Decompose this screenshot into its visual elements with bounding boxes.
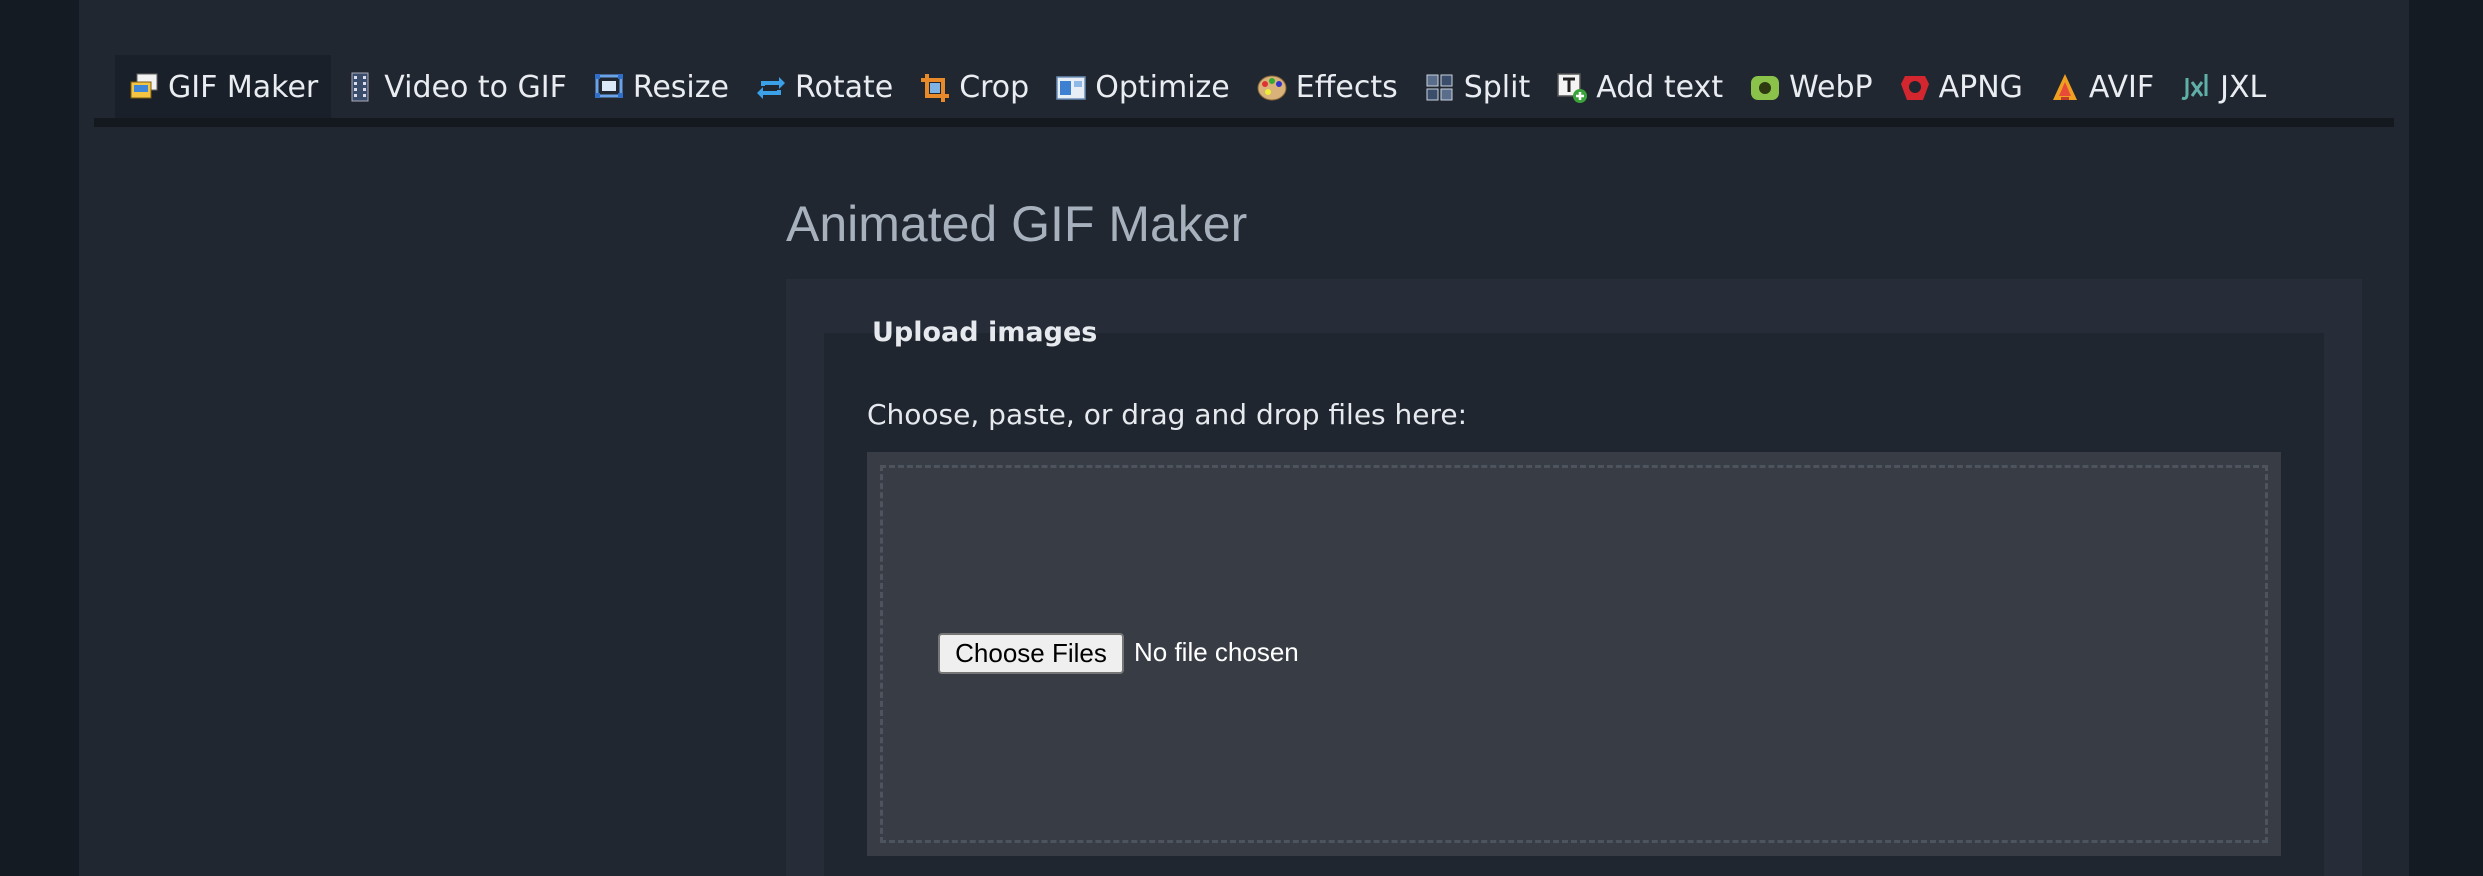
- add-text-icon: [1557, 72, 1588, 103]
- nav-item-label: GIF Maker: [168, 70, 319, 105]
- nav-item-rotate[interactable]: Rotate: [742, 55, 906, 120]
- palette-icon: [1257, 75, 1287, 100]
- page-title: Animated GIF Maker: [786, 196, 1248, 252]
- gif-maker-icon: [130, 73, 158, 98]
- nav-item-crop[interactable]: Crop: [906, 55, 1042, 120]
- upload-legend: Upload images: [872, 317, 1098, 348]
- nav-item-label: Rotate: [794, 70, 894, 105]
- nav-item-label: Resize: [632, 70, 729, 105]
- split-icon: [1426, 74, 1453, 100]
- avif-icon: [2052, 73, 2077, 100]
- webp-icon: [1751, 75, 1780, 100]
- nav-item-label: JXL: [2220, 70, 2267, 105]
- crop-icon: [921, 73, 950, 102]
- nav-item-label: Add text: [1596, 70, 1724, 105]
- tool-nav: GIF Maker Video to GIF Resize Rotate Cro…: [115, 55, 2279, 120]
- nav-item-apng[interactable]: APNG: [1886, 55, 2036, 120]
- optimize-icon: [1056, 75, 1086, 100]
- nav-item-optimize[interactable]: Optimize: [1042, 55, 1243, 120]
- upload-instructions: Choose, paste, or drag and drop files he…: [867, 398, 1468, 431]
- nav-item-label: Effects: [1295, 70, 1398, 105]
- nav-item-add-text[interactable]: Add text: [1543, 55, 1736, 120]
- rotate-icon: [756, 76, 785, 99]
- nav-item-label: Split: [1463, 70, 1531, 105]
- choose-files-button[interactable]: Choose Files: [938, 633, 1124, 674]
- file-status: No file chosen: [1134, 637, 1299, 667]
- nav-item-webp[interactable]: WebP: [1736, 55, 1886, 120]
- nav-item-label: Optimize: [1095, 70, 1230, 105]
- nav-item-effects[interactable]: Effects: [1243, 55, 1411, 120]
- nav-item-avif[interactable]: AVIF: [2036, 55, 2167, 120]
- nav-item-label: AVIF: [2088, 70, 2155, 105]
- nav-item-resize[interactable]: Resize: [580, 55, 742, 120]
- nav-item-jxl[interactable]: JXL: [2167, 55, 2279, 120]
- nav-divider: [94, 118, 2394, 127]
- nav-item-split[interactable]: Split: [1411, 55, 1544, 120]
- nav-item-video-to-gif[interactable]: Video to GIF: [331, 55, 580, 120]
- nav-item-gif-maker[interactable]: GIF Maker: [115, 55, 332, 120]
- jxl-icon: [2181, 73, 2208, 100]
- nav-item-label: WebP: [1789, 70, 1873, 105]
- apng-icon: [1900, 75, 1929, 100]
- nav-item-label: Video to GIF: [384, 70, 567, 105]
- resize-icon: [594, 73, 623, 98]
- film-icon: [351, 72, 369, 101]
- nav-item-label: Crop: [959, 70, 1030, 105]
- nav-item-label: APNG: [1938, 70, 2023, 105]
